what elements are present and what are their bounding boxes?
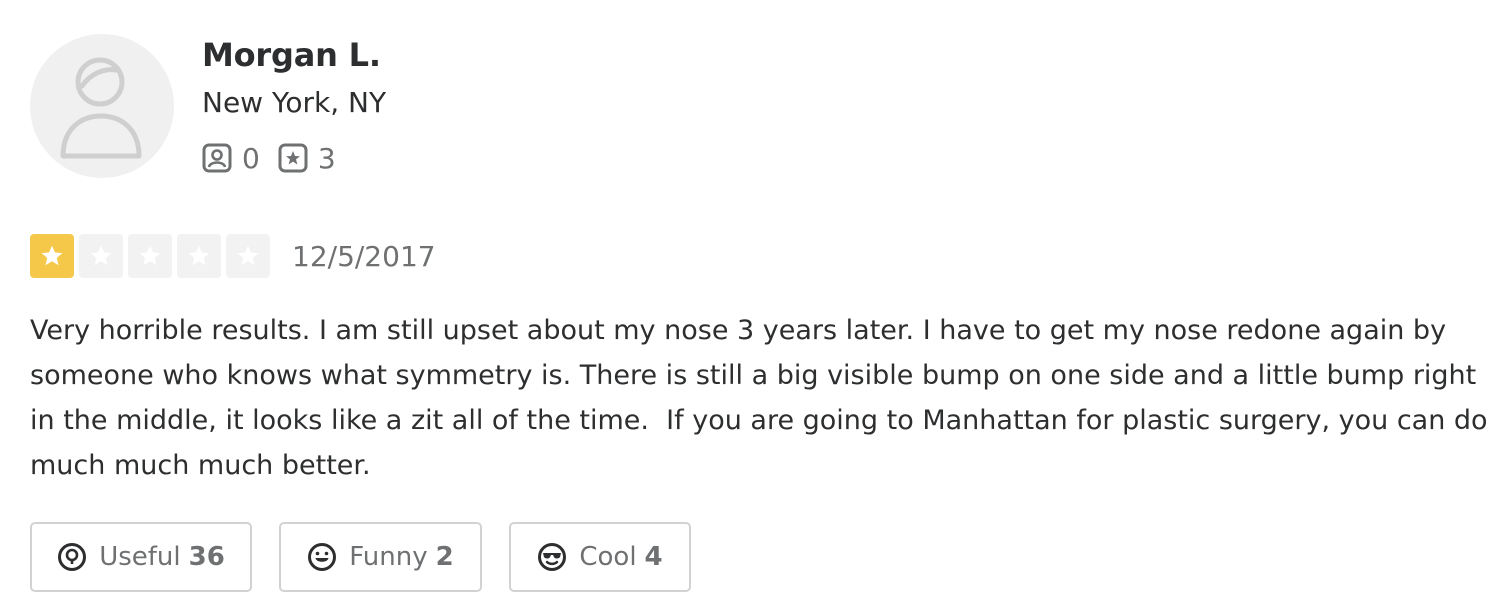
reviews-stat: 3	[278, 142, 336, 175]
rating-star-4	[177, 234, 221, 278]
useful-count: 36	[188, 542, 225, 572]
reviewer-name[interactable]: Morgan L.	[202, 36, 381, 74]
reviews-count: 3	[317, 141, 336, 175]
rating-star-2	[79, 234, 123, 278]
star-icon	[41, 245, 63, 266]
reviewer-stats: 0 3	[202, 140, 354, 176]
cool-count: 4	[644, 542, 663, 572]
star-icon	[188, 245, 210, 266]
star-icon	[237, 245, 259, 266]
lightbulb-icon	[58, 543, 87, 571]
default-user-avatar-icon	[60, 57, 142, 159]
rating-star-5	[226, 234, 270, 278]
funny-button[interactable]: Funny 2	[279, 522, 482, 592]
useful-label: Useful	[99, 542, 181, 572]
review-text: Very horrible results. I am still upset …	[30, 315, 1497, 481]
funny-label: Funny	[349, 542, 428, 572]
star-icon	[139, 245, 161, 266]
smiley-icon	[308, 543, 337, 571]
cool-button[interactable]: Cool 4	[509, 522, 691, 592]
review-date: 12/5/2017	[292, 239, 436, 273]
funny-count: 2	[435, 542, 454, 572]
reviewer-location: New York, NY	[202, 86, 387, 119]
star-review-icon	[278, 143, 308, 173]
reviewer-avatar[interactable]	[30, 34, 174, 178]
friends-count: 0	[242, 141, 260, 175]
friends-icon	[202, 143, 232, 173]
friends-stat: 0	[202, 142, 260, 175]
sunglasses-face-icon	[538, 543, 567, 571]
rating-star-3	[128, 234, 172, 278]
cool-label: Cool	[579, 542, 637, 572]
useful-button[interactable]: Useful 36	[30, 522, 252, 592]
star-icon	[90, 245, 112, 266]
review-rating: 12/5/2017	[30, 234, 436, 278]
rating-star-1	[30, 234, 74, 278]
